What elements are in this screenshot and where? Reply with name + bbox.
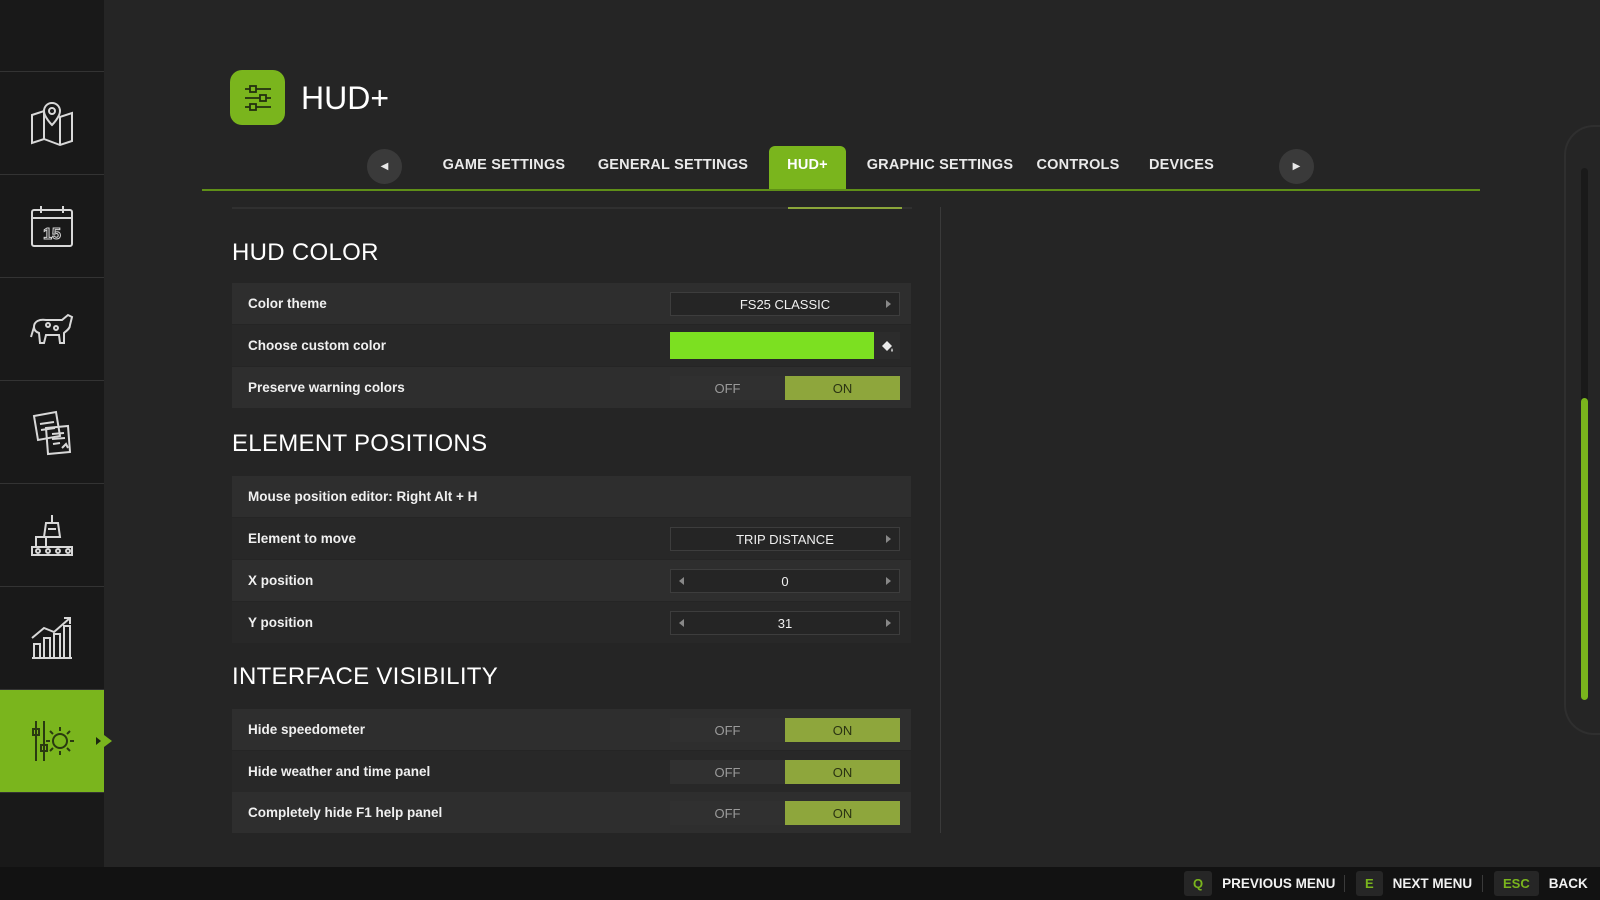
setting-label: Completely hide F1 help panel: [248, 805, 443, 820]
sidebar-item-settings[interactable]: [0, 690, 112, 793]
setting-label: Hide speedometer: [248, 722, 366, 737]
animals-icon: [30, 313, 74, 344]
hide-f1-help-toggle[interactable]: OFF ON: [670, 801, 900, 825]
hint-separator: [1482, 875, 1483, 892]
previous-tab-button[interactable]: ◀: [367, 149, 402, 184]
section-title-hud-color: HUD COLOR: [232, 239, 379, 266]
setting-label: Hide weather and time panel: [248, 764, 431, 779]
sidebar: 15: [0, 0, 112, 867]
page-title: HUD+: [301, 80, 390, 116]
stepper-value: 0: [781, 573, 789, 589]
production-icon: [31, 515, 73, 556]
setting-row-hide-f1-help: Completely hide F1 help panel OFF ON: [232, 792, 911, 833]
color-picker-button[interactable]: [874, 332, 900, 359]
key-e: E: [1356, 871, 1383, 896]
setting-row-x-position: X position 0: [232, 560, 911, 601]
toggle-on-option[interactable]: ON: [785, 760, 900, 784]
hint-label: NEXT MENU: [1392, 876, 1473, 891]
color-theme-selector[interactable]: FS25 CLASSIC: [670, 292, 900, 316]
selector-value: FS25 CLASSIC: [739, 296, 831, 312]
toggle-off-option[interactable]: OFF: [670, 760, 785, 784]
previous-menu-hint[interactable]: Q PREVIOUS MENU: [1184, 871, 1335, 896]
arrow-right-icon[interactable]: [886, 619, 891, 627]
setting-label: Y position: [248, 615, 314, 630]
key-esc: ESC: [1494, 871, 1539, 896]
tab-game-settings[interactable]: GAME SETTINGS: [430, 146, 578, 189]
previous-row-remnant: [232, 207, 912, 209]
hint-label: BACK: [1548, 876, 1588, 891]
setting-label: Preserve warning colors: [248, 380, 405, 395]
sidebar-top: [0, 0, 104, 72]
contracts-icon: [32, 410, 72, 456]
back-hint[interactable]: ESC BACK: [1494, 871, 1588, 896]
sidebar-item-animals[interactable]: [0, 278, 104, 381]
tab-general-settings[interactable]: GENERAL SETTINGS: [594, 146, 752, 189]
svg-text:15: 15: [43, 226, 61, 243]
map-icon: [31, 101, 73, 147]
tab-bar: ◀ GAME SETTINGS GENERAL SETTINGS HUD+ GR…: [202, 146, 1480, 191]
setting-label: Element to move: [248, 531, 357, 546]
hide-weather-toggle[interactable]: OFF ON: [670, 760, 900, 784]
sidebar-item-production[interactable]: [0, 484, 104, 587]
toggle-off-option[interactable]: OFF: [670, 376, 785, 400]
tab-controls[interactable]: CONTROLS: [1030, 146, 1126, 189]
x-position-stepper[interactable]: 0: [670, 569, 900, 593]
section-title-interface-visibility: INTERFACE VISIBILITY: [232, 663, 499, 690]
key-q: Q: [1184, 871, 1213, 896]
calendar-icon: 15: [31, 206, 73, 247]
toggle-on-option[interactable]: ON: [785, 801, 900, 825]
stepper-value: 31: [777, 615, 793, 631]
paint-bucket-icon: [882, 340, 893, 352]
arrow-right-icon[interactable]: [886, 577, 891, 585]
setting-row-hide-speedometer: Hide speedometer OFF ON: [232, 709, 911, 750]
tab-hud-plus[interactable]: HUD+: [769, 146, 846, 189]
statistics-icon: [31, 617, 72, 659]
scrollbar-thumb[interactable]: [1581, 398, 1588, 700]
setting-label: Mouse position editor: Right Alt + H: [248, 489, 478, 504]
setting-row-mouse-editor: Mouse position editor: Right Alt + H: [232, 476, 911, 517]
setting-row-y-position: Y position 31: [232, 602, 911, 643]
active-caret-icon: [96, 737, 101, 745]
setting-label: Color theme: [248, 296, 327, 311]
hide-speedometer-toggle[interactable]: OFF ON: [670, 718, 900, 742]
setting-row-preserve-warning: Preserve warning colors OFF ON: [232, 367, 911, 408]
hint-separator: [1344, 875, 1345, 892]
arrow-right-icon[interactable]: [886, 535, 891, 543]
custom-color-swatch[interactable]: [670, 332, 874, 359]
setting-row-custom-color: Choose custom color: [232, 325, 911, 366]
panel-divider: [940, 207, 941, 833]
element-to-move-selector[interactable]: TRIP DISTANCE: [670, 527, 900, 551]
settings-gear-icon: [32, 721, 74, 761]
selector-value: TRIP DISTANCE: [736, 531, 834, 547]
sidebar-item-statistics[interactable]: [0, 587, 104, 690]
arrow-right-icon[interactable]: [886, 300, 891, 308]
next-menu-hint[interactable]: E NEXT MENU: [1356, 871, 1472, 896]
y-position-stepper[interactable]: 31: [670, 611, 900, 635]
setting-label: X position: [248, 573, 314, 588]
sidebar-item-calendar[interactable]: 15: [0, 175, 104, 278]
setting-row-hide-weather: Hide weather and time panel OFF ON: [232, 751, 911, 792]
sidebar-item-contracts[interactable]: [0, 381, 104, 484]
arrow-left-icon[interactable]: [679, 577, 684, 585]
toggle-on-option[interactable]: ON: [785, 376, 900, 400]
preserve-warning-toggle[interactable]: OFF ON: [670, 376, 900, 400]
arrow-left-icon[interactable]: [679, 619, 684, 627]
toggle-on-option[interactable]: ON: [785, 718, 900, 742]
next-tab-button[interactable]: ▶: [1279, 149, 1314, 184]
section-title-element-positions: ELEMENT POSITIONS: [232, 430, 488, 457]
hint-label: PREVIOUS MENU: [1222, 876, 1336, 891]
bottom-hint-bar: Q PREVIOUS MENU E NEXT MENU ESC BACK: [0, 867, 1600, 900]
tab-graphic-settings[interactable]: GRAPHIC SETTINGS: [865, 146, 1015, 189]
toggle-off-option[interactable]: OFF: [670, 801, 785, 825]
toggle-off-option[interactable]: OFF: [670, 718, 785, 742]
hud-settings-icon: [230, 70, 285, 125]
setting-label: Choose custom color: [248, 338, 387, 353]
sidebar-item-map[interactable]: [0, 72, 104, 175]
setting-row-element-to-move: Element to move TRIP DISTANCE: [232, 518, 911, 559]
setting-row-color-theme: Color theme FS25 CLASSIC: [232, 283, 911, 324]
tab-devices[interactable]: DEVICES: [1141, 146, 1222, 189]
